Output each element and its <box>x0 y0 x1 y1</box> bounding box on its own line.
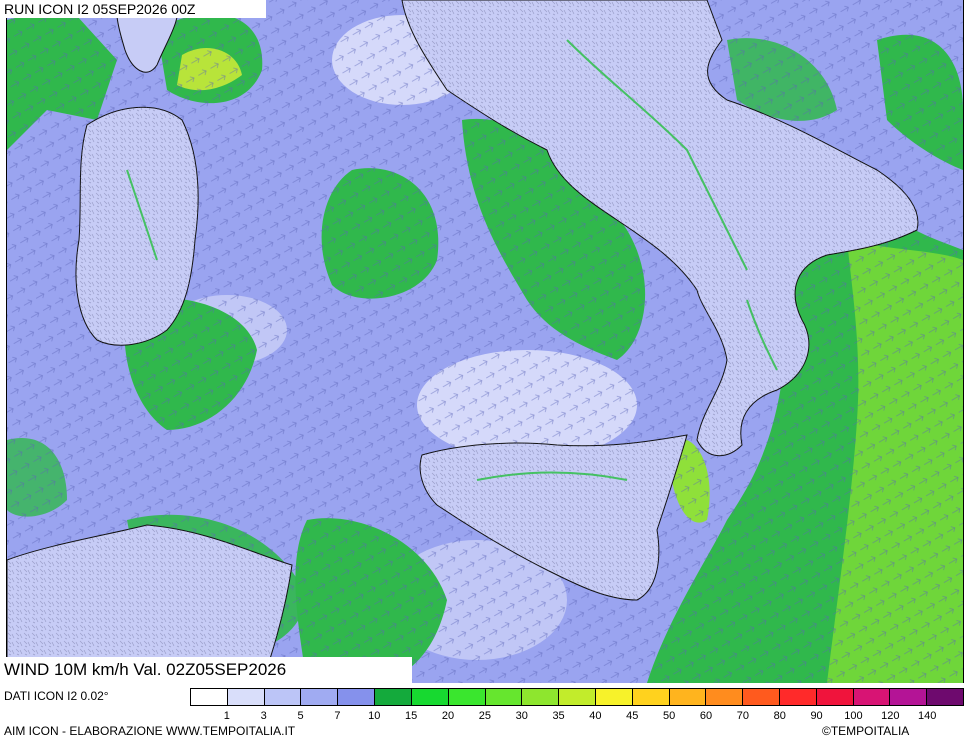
legend-swatch <box>301 689 339 705</box>
legend-swatch <box>559 689 596 705</box>
legend-swatch <box>780 689 817 705</box>
legend-swatch <box>191 689 228 705</box>
legend-tick-label: 100 <box>844 710 863 722</box>
legend-tick-label: 45 <box>626 710 639 722</box>
legend-swatch <box>632 689 670 705</box>
legend-swatch <box>743 689 780 705</box>
legend-swatch <box>375 689 412 705</box>
legend-tick-label: 50 <box>663 710 676 722</box>
legend-swatch <box>706 689 744 705</box>
legend-tick-label: 120 <box>881 710 900 722</box>
legend-swatch <box>816 689 854 705</box>
legend-tick-label: 20 <box>441 710 455 722</box>
color-scale-legend <box>190 688 964 706</box>
credit-label: AIM ICON - ELABORAZIONE WWW.TEMPOITALIA.… <box>4 724 296 738</box>
legend-tick-label: 1 <box>223 710 230 722</box>
legend-swatch <box>853 689 891 705</box>
legend-tick-label: 7 <box>334 710 341 722</box>
legend-swatch <box>411 689 449 705</box>
legend-swatch <box>595 689 633 705</box>
run-label: RUN ICON I2 05SEP2026 00Z <box>0 0 266 18</box>
data-source-label: DATI ICON I2 0.02° <box>4 689 109 703</box>
legend-tick-label: 40 <box>589 710 602 722</box>
legend-tick-label: 10 <box>368 710 381 722</box>
map-title: WIND 10M km/h Val. 02Z05SEP2026 <box>0 657 412 683</box>
legend-swatch <box>264 689 302 705</box>
legend-tick-label: 15 <box>405 710 418 722</box>
legend-tick-label: 90 <box>810 710 823 722</box>
legend-tick-label: 80 <box>773 710 786 722</box>
legend-swatch <box>485 689 523 705</box>
legend-tick-label: 3 <box>260 710 267 722</box>
legend-swatch <box>669 689 707 705</box>
legend-tick-label: 60 <box>699 710 713 722</box>
legend-swatch <box>890 689 928 705</box>
legend-swatch <box>338 689 376 705</box>
legend-tick-label: 70 <box>736 710 749 722</box>
legend-swatch <box>927 689 964 705</box>
wind-map <box>6 0 964 683</box>
legend-swatch <box>522 689 560 705</box>
legend-tick-label: 140 <box>917 710 937 722</box>
legend-tick-label: 25 <box>478 710 491 722</box>
legend-swatch <box>227 689 265 705</box>
legend-tick-label: 35 <box>552 710 565 722</box>
legend-swatch <box>448 689 486 705</box>
legend-tick-label: 30 <box>515 710 528 722</box>
brand-label: ©TEMPOITALIA <box>822 724 910 738</box>
legend-tick-label: 5 <box>297 710 304 722</box>
